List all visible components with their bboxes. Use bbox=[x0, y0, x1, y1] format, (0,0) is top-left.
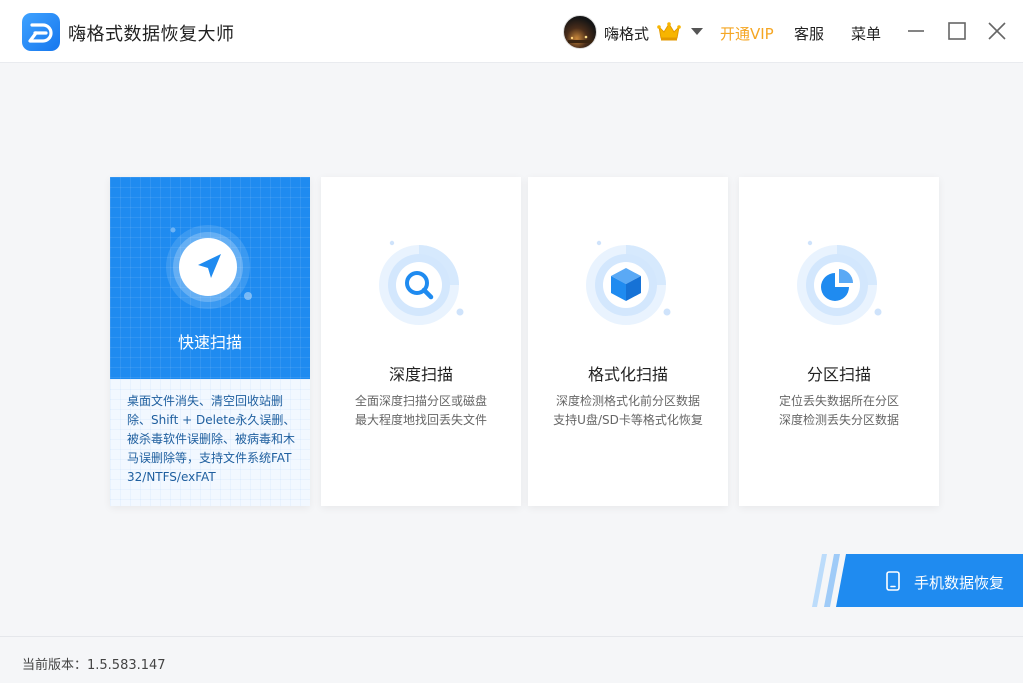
maximize-icon[interactable] bbox=[946, 20, 968, 42]
customer-service-link[interactable]: 客服 bbox=[794, 23, 824, 44]
phone-icon bbox=[886, 571, 900, 591]
menu-link[interactable]: 菜单 bbox=[851, 23, 881, 44]
navigation-arrow-icon bbox=[166, 225, 252, 309]
magnifier-icon bbox=[379, 240, 464, 325]
user-dropdown-icon[interactable] bbox=[691, 28, 703, 35]
deep-scan-title: 深度扫描 bbox=[388, 365, 453, 384]
deep-scan-description: 全面深度扫描分区或磁盘 最大程度地找回丢失文件 bbox=[321, 392, 521, 430]
format-scan-card[interactable]: 格式化扫描 深度检测格式化前分区数据 支持U盘/SD卡等格式化恢复 bbox=[528, 177, 728, 506]
version-label: 当前版本：1.5.583.147 bbox=[22, 658, 166, 673]
quick-scan-title: 快速扫描 bbox=[177, 333, 242, 352]
user-avatar[interactable] bbox=[563, 15, 597, 49]
pie-chart-icon bbox=[797, 240, 882, 325]
partition-scan-description: 定位丢失数据所在分区 深度检测丢失分区数据 bbox=[739, 392, 939, 430]
close-icon[interactable] bbox=[986, 20, 1008, 42]
status-bar: 当前版本：1.5.583.147 bbox=[0, 636, 1023, 683]
partition-scan-card[interactable]: 分区扫描 定位丢失数据所在分区 深度检测丢失分区数据 bbox=[739, 177, 939, 506]
format-scan-description: 深度检测格式化前分区数据 支持U盘/SD卡等格式化恢复 bbox=[528, 392, 728, 430]
mobile-recovery-label: 手机数据恢复 bbox=[914, 574, 1005, 592]
deep-scan-description-line: 全面深度扫描分区或磁盘 bbox=[354, 394, 487, 408]
deep-scan-description-line: 最大程度地找回丢失文件 bbox=[354, 413, 487, 427]
minimize-icon[interactable] bbox=[905, 20, 927, 42]
username[interactable]: 嗨格式 bbox=[604, 23, 649, 44]
deep-scan-card[interactable]: 深度扫描 全面深度扫描分区或磁盘 最大程度地找回丢失文件 bbox=[321, 177, 521, 506]
format-scan-title: 格式化扫描 bbox=[587, 365, 668, 384]
quick-scan-description: 桌面文件消失、清空回收站删除、Shift + Delete永久误删、被杀毒软件误… bbox=[127, 394, 296, 484]
format-scan-description-line: 支持U盘/SD卡等格式化恢复 bbox=[553, 413, 703, 427]
quick-scan-card[interactable]: 快速扫描 桌面文件消失、清空回收站删除、Shift + Delete永久误删、被… bbox=[110, 177, 310, 506]
app-logo-icon bbox=[22, 13, 60, 51]
quick-scan-header: 快速扫描 bbox=[110, 177, 310, 379]
partition-scan-description-line: 深度检测丢失分区数据 bbox=[778, 413, 899, 427]
mobile-recovery-button[interactable]: 手机数据恢复 bbox=[812, 554, 1023, 607]
format-scan-description-line: 深度检测格式化前分区数据 bbox=[555, 394, 700, 408]
open-vip-link[interactable]: 开通VIP bbox=[720, 23, 774, 44]
partition-scan-title: 分区扫描 bbox=[806, 365, 871, 384]
quick-scan-body: 桌面文件消失、清空回收站删除、Shift + Delete永久误删、被杀毒软件误… bbox=[110, 379, 310, 506]
cube-icon bbox=[586, 240, 671, 325]
crown-icon bbox=[657, 22, 681, 41]
app-title: 嗨格式数据恢复大师 bbox=[68, 24, 235, 45]
title-bar: 嗨格式数据恢复大师 嗨格式 开通VIP 客服 菜单 bbox=[0, 0, 1023, 63]
partition-scan-description-line: 定位丢失数据所在分区 bbox=[778, 394, 899, 408]
